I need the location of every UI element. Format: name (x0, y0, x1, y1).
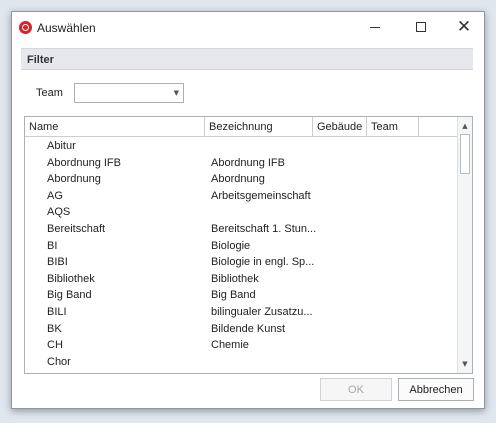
row-bezeichnung: bilingualer Zusatzu... (211, 305, 313, 318)
row-name: AG (47, 189, 63, 202)
scroll-down-arrow-icon[interactable]: ▼ (458, 357, 472, 371)
minimize-button[interactable] (360, 16, 390, 38)
grid-rows: Abitur Abordnung IFB Abordnung IFB Abordn… (25, 139, 458, 371)
ok-button[interactable]: OK (320, 378, 392, 401)
row-bezeichnung: Bereitschaft 1. Stun... (211, 222, 317, 235)
row-name: Bereitschaft (47, 222, 106, 235)
column-header-gebaeude[interactable]: Gebäude (313, 117, 367, 137)
table-row[interactable]: CH Chemie (25, 338, 458, 355)
close-icon: ✕ (456, 16, 472, 37)
row-name: Abordnung (47, 173, 101, 186)
column-header-team[interactable]: Team (367, 117, 419, 137)
table-row[interactable]: Abitur (25, 139, 458, 156)
table-row[interactable]: Bereitschaft Bereitschaft 1. Stun... (25, 222, 458, 239)
row-bezeichnung: Biologie (211, 239, 251, 252)
column-header-name[interactable]: Name (25, 117, 205, 137)
row-bezeichnung: Big Band (211, 289, 256, 302)
close-button[interactable]: ✕ (449, 16, 479, 38)
results-grid[interactable]: Name Bezeichnung Gebäude Team Abitur Abo… (24, 116, 473, 374)
table-row[interactable]: AG Arbeitsgemeinschaft (25, 189, 458, 206)
table-row[interactable]: BI Biologie (25, 239, 458, 256)
row-name: BILI (47, 305, 67, 318)
table-row[interactable]: Bibliothek Bibliothek (25, 272, 458, 289)
select-dialog: Auswählen ✕ Filter Team ▼ Name Bezeichnu… (11, 11, 485, 409)
team-filter-label: Team (36, 87, 63, 99)
row-name: Abordnung IFB (47, 156, 121, 169)
row-bezeichnung: Bildende Kunst (211, 322, 285, 335)
filter-section-header: Filter (21, 48, 473, 70)
table-row[interactable]: BIBI Biologie in engl. Sp... (25, 255, 458, 272)
row-name: Chor (47, 355, 71, 368)
row-name: Big Band (47, 289, 92, 302)
team-filter-dropdown[interactable]: ▼ (74, 83, 184, 103)
table-row[interactable]: BK Bildende Kunst (25, 322, 458, 339)
table-row[interactable]: Abordnung IFB Abordnung IFB (25, 156, 458, 173)
row-bezeichnung: Chemie (211, 339, 249, 352)
row-name: BK (47, 322, 62, 335)
row-name: AQS (47, 206, 71, 219)
table-row[interactable]: BILI bilingualer Zusatzu... (25, 305, 458, 322)
app-logo-icon (19, 21, 32, 34)
scrollbar-thumb[interactable] (460, 134, 470, 174)
row-bezeichnung: Abordnung IFB (211, 156, 285, 169)
maximize-button[interactable] (406, 16, 436, 38)
row-name: Abitur (47, 140, 76, 152)
chevron-down-icon: ▼ (173, 89, 179, 97)
cancel-button[interactable]: Abbrechen (398, 378, 474, 401)
table-row[interactable]: Abordnung Abordnung (25, 172, 458, 189)
row-bezeichnung: Bibliothek (211, 272, 259, 285)
row-bezeichnung: Abordnung (211, 173, 265, 186)
column-header-bezeichnung[interactable]: Bezeichnung (205, 117, 313, 137)
row-name: BIBI (47, 256, 68, 269)
minimize-icon (370, 26, 380, 28)
maximize-icon (416, 22, 426, 32)
table-row[interactable]: Chor (25, 355, 458, 372)
row-bezeichnung: Biologie in engl. Sp... (211, 256, 315, 269)
title-bar[interactable]: Auswählen ✕ (12, 12, 484, 42)
scroll-up-arrow-icon[interactable]: ▲ (458, 119, 472, 133)
grid-header: Name Bezeichnung Gebäude Team (25, 117, 458, 137)
vertical-scrollbar[interactable]: ▲ ▼ (457, 117, 472, 373)
row-bezeichnung: Arbeitsgemeinschaft (211, 189, 311, 202)
window-title: Auswählen (37, 21, 96, 35)
table-row[interactable]: Big Band Big Band (25, 288, 458, 305)
row-name: BI (47, 239, 58, 252)
row-name: CH (47, 339, 63, 352)
row-name: Bibliothek (47, 272, 95, 285)
table-row[interactable]: AQS (25, 205, 458, 222)
